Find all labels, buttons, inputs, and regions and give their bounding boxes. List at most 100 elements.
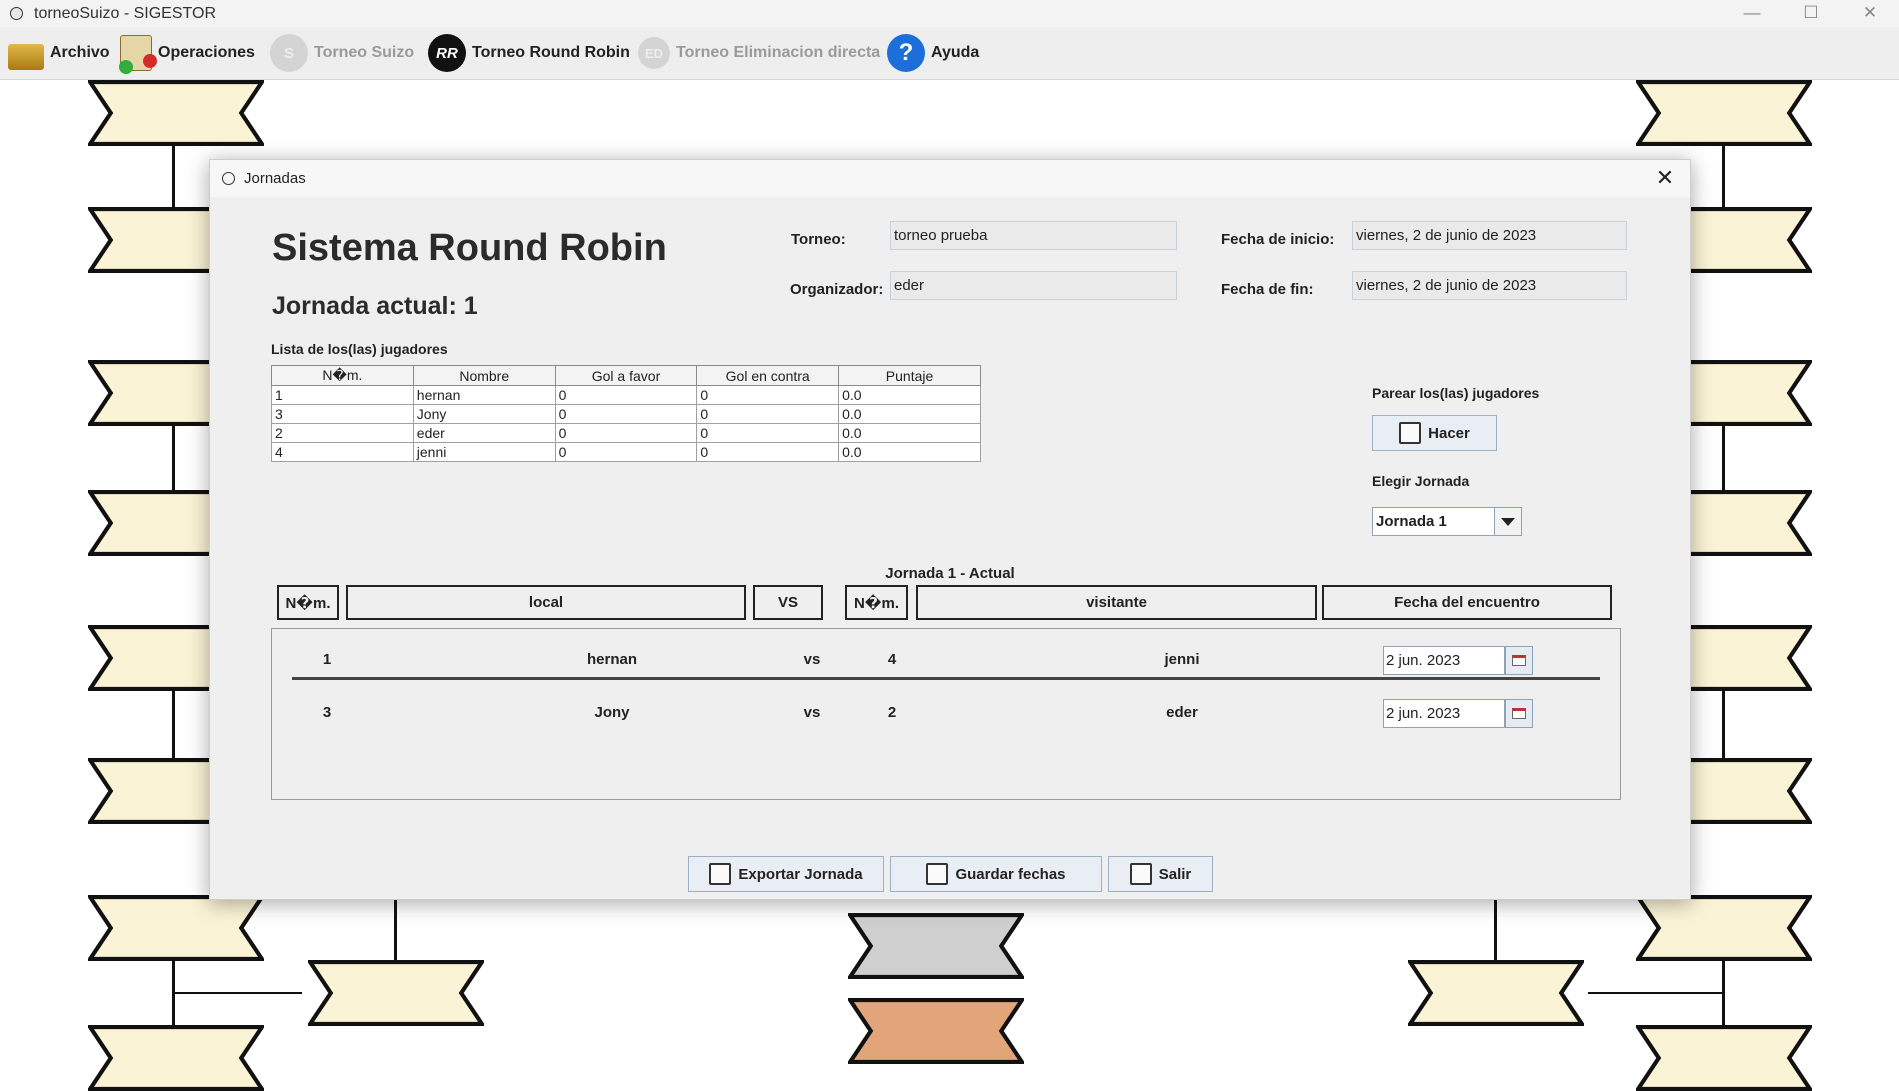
maximize-button[interactable]: ☐ bbox=[1788, 0, 1834, 27]
choose-round-label: Elegir Jornada bbox=[1372, 473, 1470, 489]
round-section-title: Jornada 1 - Actual bbox=[885, 565, 1015, 582]
menu-torneo-eliminacion-label: Torneo Eliminacion directa bbox=[676, 44, 881, 61]
cell: hernan bbox=[412, 385, 556, 405]
bracket-line bbox=[172, 992, 302, 994]
cell: 1 bbox=[271, 385, 414, 405]
cell: 0.0 bbox=[838, 404, 981, 424]
bracket-slot bbox=[308, 960, 484, 1026]
fecha-fin-label: Fecha de fin: bbox=[1221, 281, 1314, 298]
players-list-title: Lista de los(las) jugadores bbox=[271, 341, 448, 357]
table-row[interactable]: 4 jenni 0 0 0.0 bbox=[271, 442, 981, 462]
app-title: torneoSuizo - SIGESTOR bbox=[34, 5, 216, 22]
match-2-local: Jony bbox=[594, 704, 630, 721]
table-row[interactable]: 3 Jony 0 0 0.0 bbox=[271, 404, 981, 424]
match-col-local: local bbox=[346, 585, 746, 620]
cell: 0 bbox=[554, 442, 698, 462]
bracket-line bbox=[172, 691, 175, 758]
menu-archivo[interactable]: Archivo bbox=[8, 35, 110, 71]
menu-archivo-label: Archivo bbox=[50, 44, 110, 61]
match-1-date-field[interactable]: 2 jun. 2023 bbox=[1383, 646, 1505, 675]
menu-torneo-round-robin[interactable]: RR Torneo Round Robin bbox=[428, 34, 630, 72]
bracket-third-place bbox=[848, 913, 1024, 979]
exit-button[interactable]: Salir bbox=[1108, 856, 1213, 892]
fecha-fin-field[interactable]: viernes, 2 de junio de 2023 bbox=[1352, 271, 1627, 300]
cell: Jony bbox=[412, 404, 556, 424]
fecha-inicio-field[interactable]: viernes, 2 de junio de 2023 bbox=[1352, 221, 1627, 250]
chevron-down-icon[interactable] bbox=[1494, 508, 1521, 535]
menu-ayuda[interactable]: ? Ayuda bbox=[887, 34, 980, 72]
match-col-num-visit: N�m. bbox=[845, 585, 908, 620]
cell: 0 bbox=[696, 404, 840, 424]
bracket-line bbox=[1494, 900, 1497, 960]
save-dates-button[interactable]: Guardar fechas bbox=[890, 856, 1102, 892]
bracket-line bbox=[172, 426, 175, 490]
current-round-title: Jornada actual: 1 bbox=[272, 292, 478, 320]
match-separator bbox=[292, 677, 1600, 680]
elimination-icon: ED bbox=[638, 37, 670, 69]
match-1-num-visit: 4 bbox=[887, 651, 897, 668]
bracket-slot bbox=[1636, 895, 1812, 961]
export-document-icon bbox=[709, 863, 732, 885]
match-2-date-field[interactable]: 2 jun. 2023 bbox=[1383, 699, 1505, 728]
col-nombre[interactable]: Nombre bbox=[412, 365, 556, 386]
page-title: Sistema Round Robin bbox=[272, 227, 667, 269]
save-clipboard-icon bbox=[926, 863, 949, 885]
cell: eder bbox=[412, 423, 556, 443]
cell: 0 bbox=[696, 442, 840, 462]
menu-operaciones[interactable]: Operaciones bbox=[119, 35, 255, 74]
menu-torneo-eliminacion[interactable]: ED Torneo Eliminacion directa bbox=[638, 35, 880, 71]
match-1-vs: vs bbox=[803, 651, 821, 668]
match-1-visitante: jenni bbox=[1164, 651, 1200, 668]
torneo-label: Torneo: bbox=[791, 231, 846, 248]
match-1-num-local: 1 bbox=[322, 651, 332, 668]
cell: 3 bbox=[271, 404, 414, 424]
organizador-field[interactable]: eder bbox=[890, 271, 1177, 300]
match-2-vs: vs bbox=[803, 704, 821, 721]
match-2-num-visit: 2 bbox=[887, 704, 897, 721]
calendar-icon[interactable] bbox=[1505, 699, 1533, 728]
dialog-close-button[interactable]: ✕ bbox=[1650, 163, 1680, 193]
bracket-slot bbox=[88, 895, 264, 961]
match-2-num-local: 3 bbox=[322, 704, 332, 721]
torneo-field[interactable]: torneo prueba bbox=[890, 221, 1177, 250]
col-num[interactable]: N�m. bbox=[271, 365, 414, 386]
export-round-button[interactable]: Exportar Jornada bbox=[688, 856, 884, 892]
swiss-tournament-icon: S bbox=[270, 34, 308, 72]
menu-torneo-round-robin-label: Torneo Round Robin bbox=[472, 44, 630, 61]
players-table[interactable]: N�m. Nombre Gol a favor Gol en contra Pu… bbox=[271, 365, 981, 462]
save-dates-label: Guardar fechas bbox=[955, 865, 1066, 883]
app-icon bbox=[10, 7, 23, 20]
bracket-slot bbox=[88, 1025, 264, 1091]
bracket-slot bbox=[1636, 80, 1812, 146]
menu-torneo-suizo[interactable]: S Torneo Suizo bbox=[270, 34, 415, 72]
dialog-title: Jornadas bbox=[244, 170, 306, 187]
hacer-button[interactable]: Hacer bbox=[1372, 415, 1497, 451]
hacer-button-label: Hacer bbox=[1428, 424, 1470, 442]
calendar-icon[interactable] bbox=[1505, 646, 1533, 675]
bracket-line bbox=[1722, 426, 1725, 490]
minimize-button[interactable]: — bbox=[1729, 0, 1775, 27]
matches-panel: 1 hernan vs 4 jenni 2 jun. 2023 3 Jony v… bbox=[271, 628, 1621, 800]
table-row[interactable]: 1 hernan 0 0 0.0 bbox=[271, 385, 981, 405]
edit-icon bbox=[1399, 422, 1422, 444]
cell: 0 bbox=[554, 423, 698, 443]
bracket-line bbox=[172, 146, 175, 207]
bracket-line bbox=[1722, 691, 1725, 758]
table-row[interactable]: 2 eder 0 0 0.0 bbox=[271, 423, 981, 443]
bracket-line bbox=[1588, 992, 1724, 994]
cell: 0 bbox=[554, 404, 698, 424]
col-gol-favor[interactable]: Gol a favor bbox=[554, 365, 698, 386]
col-gol-contra[interactable]: Gol en contra bbox=[696, 365, 840, 386]
exit-door-icon bbox=[1129, 863, 1152, 885]
cell: 0 bbox=[696, 385, 840, 405]
round-select[interactable]: Jornada 1 bbox=[1372, 507, 1522, 536]
exit-label: Salir bbox=[1158, 865, 1192, 883]
col-puntaje[interactable]: Puntaje bbox=[838, 365, 981, 386]
operations-icon bbox=[119, 35, 157, 74]
export-round-label: Exportar Jornada bbox=[738, 865, 863, 883]
menu-ayuda-label: Ayuda bbox=[931, 44, 980, 61]
bracket-line bbox=[1722, 146, 1725, 207]
close-window-button[interactable]: ✕ bbox=[1847, 0, 1893, 27]
menu-torneo-suizo-label: Torneo Suizo bbox=[314, 44, 415, 61]
fecha-inicio-label: Fecha de inicio: bbox=[1221, 231, 1335, 248]
